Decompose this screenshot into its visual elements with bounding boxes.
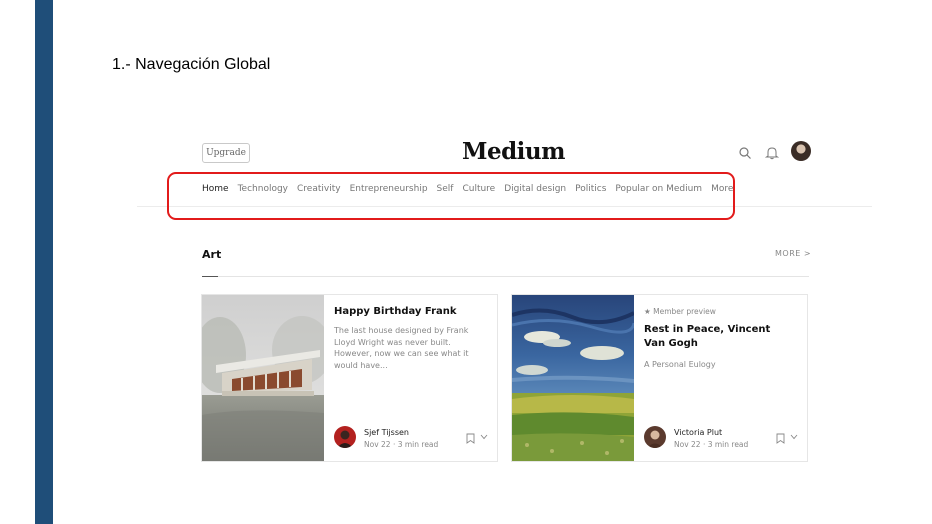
section-divider — [202, 276, 809, 277]
medium-logo[interactable]: Medium — [462, 138, 565, 165]
article-card[interactable]: Happy Birthday Frank The last house desi… — [201, 294, 498, 462]
article-title[interactable]: Happy Birthday Frank — [334, 305, 484, 319]
author-avatar[interactable] — [644, 426, 666, 448]
chevron-down-icon[interactable] — [790, 434, 798, 440]
bookmark-icon[interactable] — [776, 433, 785, 444]
medium-screenshot: Upgrade Medium Home Technology Creativit… — [137, 130, 872, 475]
member-preview-badge: ★ Member preview — [644, 307, 716, 316]
author-name[interactable]: Sjef Tijssen — [364, 428, 409, 437]
bell-icon[interactable] — [765, 145, 779, 160]
slide-accent-bar — [35, 0, 53, 524]
article-description: The last house designed by Frank Lloyd W… — [334, 326, 469, 370]
article-image-van-gogh[interactable] — [512, 295, 634, 461]
article-meta: Nov 22 · 3 min read — [364, 440, 439, 449]
section-divider-accent — [202, 276, 218, 277]
article-card-body: ★ Member preview Rest in Peace, Vincent … — [644, 295, 801, 461]
article-card-body: Happy Birthday Frank The last house desi… — [334, 295, 491, 461]
article-card[interactable]: ★ Member preview Rest in Peace, Vincent … — [511, 294, 808, 462]
user-avatar[interactable] — [791, 141, 811, 161]
search-icon[interactable] — [738, 146, 752, 160]
article-title[interactable]: Rest in Peace, Vincent Van Gogh — [644, 323, 794, 351]
upgrade-button[interactable]: Upgrade — [202, 143, 250, 163]
author-avatar[interactable] — [334, 426, 356, 448]
article-description: A Personal Eulogy — [644, 360, 716, 369]
bookmark-icon[interactable] — [466, 433, 475, 444]
more-link[interactable]: MORE > — [775, 249, 811, 258]
chevron-down-icon[interactable] — [480, 434, 488, 440]
author-name[interactable]: Victoria Plut — [674, 428, 722, 437]
navigation-highlight-box — [167, 172, 735, 220]
article-meta: Nov 22 · 3 min read — [674, 440, 749, 449]
section-title[interactable]: Art — [202, 248, 221, 261]
article-image-house[interactable] — [202, 295, 324, 461]
slide-title: 1.- Navegación Global — [112, 56, 271, 73]
